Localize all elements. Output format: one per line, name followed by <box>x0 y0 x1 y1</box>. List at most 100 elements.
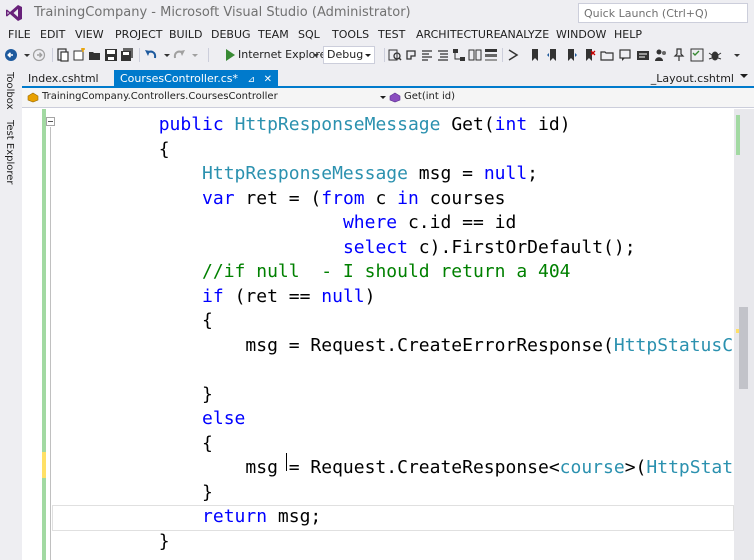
layer-diagram-icon[interactable] <box>484 48 498 62</box>
bookmark-folder-icon[interactable] <box>600 48 614 62</box>
code-token: (ret == <box>223 285 322 307</box>
code-line[interactable]: where c.id == id <box>72 211 516 236</box>
uncomment-icon[interactable] <box>636 48 650 62</box>
tab-layout-cshtml[interactable]: _Layout.cshtml <box>651 72 734 85</box>
menu-project[interactable]: PROJECT <box>115 28 163 41</box>
code-line[interactable]: msg = Request.CreateResponse<course>(Htt… <box>72 456 734 481</box>
browser-dropdown-icon[interactable] <box>309 48 323 62</box>
start-debugging-icon[interactable] <box>224 48 236 62</box>
menu-test[interactable]: TEST <box>378 28 405 41</box>
undo-icon[interactable] <box>144 48 158 62</box>
class-diagram-icon[interactable] <box>468 48 482 62</box>
architecture-diagram-icon[interactable] <box>452 48 466 62</box>
test-explorer-tab[interactable]: Test Explorer <box>4 120 15 185</box>
code-line[interactable]: } <box>72 530 170 555</box>
save-all-icon[interactable] <box>120 48 134 62</box>
code-line[interactable]: { <box>72 309 213 334</box>
code-token: msg = Request.CreateErrorResponse( <box>72 334 614 356</box>
indicator-margin <box>22 109 44 560</box>
menu-file[interactable]: FILE <box>8 28 31 41</box>
comment-icon[interactable] <box>618 48 632 62</box>
code-line[interactable]: HttpResponseMessage msg = null; <box>72 162 538 187</box>
code-line[interactable]: { <box>72 432 213 457</box>
redo-icon[interactable] <box>172 48 186 62</box>
code-line[interactable]: msg = Request.CreateErrorResponse(HttpSt… <box>72 334 734 359</box>
code-token: null <box>483 163 528 184</box>
solution-explorer-icon[interactable] <box>56 48 70 62</box>
scrollbar-change-marker <box>736 115 740 155</box>
member-label: Get(int id) <box>404 91 455 102</box>
code-token: } <box>72 530 170 552</box>
menu-window[interactable]: WINDOW <box>556 28 606 41</box>
code-line[interactable]: public HttpResponseMessage Get(int id) <box>72 113 571 138</box>
code-line[interactable]: return msg; <box>72 505 321 530</box>
new-project-icon[interactable] <box>72 48 86 62</box>
menu-tools[interactable]: TOOLS <box>332 28 369 41</box>
menu-build[interactable]: BUILD <box>169 28 202 41</box>
menu-analyze[interactable]: ANALYZE <box>500 28 549 41</box>
team-explorer-icon[interactable] <box>654 48 668 62</box>
go-to-definition-icon[interactable] <box>506 48 520 62</box>
toolbar-overflow-icon[interactable] <box>730 48 744 62</box>
code-line[interactable]: var ret = (from c in courses <box>72 187 505 212</box>
forward-icon[interactable] <box>32 48 46 62</box>
scrollbar-thumb[interactable] <box>739 307 748 389</box>
code-line[interactable]: } <box>72 481 213 506</box>
code-line[interactable]: { <box>72 138 170 163</box>
code-editor[interactable]: public HttpResponseMessage Get(int id) {… <box>22 109 734 560</box>
code-token: } <box>72 481 213 503</box>
find-in-files-icon[interactable] <box>388 48 402 62</box>
tab-label: CoursesController.cs* <box>120 72 239 85</box>
code-token: int <box>494 114 528 135</box>
menu-debug[interactable]: DEBUG <box>211 28 251 41</box>
bug-icon[interactable] <box>708 48 722 62</box>
task-list-icon[interactable] <box>690 48 704 62</box>
pin-icon[interactable] <box>672 48 686 62</box>
code-token: where <box>342 212 398 233</box>
menu-team[interactable]: TEAM <box>258 28 289 41</box>
open-file-icon[interactable] <box>88 48 102 62</box>
navigation-bar: TrainingCompany.Controllers.CoursesContr… <box>22 88 754 108</box>
menu-sql[interactable]: SQL <box>298 28 320 41</box>
toggle-comment-icon[interactable] <box>420 48 434 62</box>
visual-studio-logo-icon <box>6 5 22 21</box>
code-token: //if null - I should return a 404 <box>202 261 571 282</box>
back-icon[interactable] <box>4 48 18 62</box>
menu-architecture[interactable]: ARCHITECTURE <box>416 28 501 41</box>
menu-help[interactable]: HELP <box>614 28 642 41</box>
menu-view[interactable]: VIEW <box>75 28 104 41</box>
class-navigation-select[interactable]: TrainingCompany.Controllers.CoursesContr… <box>24 89 382 106</box>
code-line[interactable]: select c).FirstOrDefault(); <box>72 236 636 261</box>
next-bookmark-icon[interactable] <box>564 48 578 62</box>
solution-configuration-select[interactable]: Debug <box>323 46 375 64</box>
chevron-down-icon[interactable] <box>740 74 748 78</box>
code-line[interactable]: } <box>72 383 213 408</box>
pin-icon[interactable]: ⊿ <box>248 75 256 85</box>
menu-edit[interactable]: EDIT <box>40 28 65 41</box>
browser-link-icon[interactable] <box>404 48 418 62</box>
quick-launch-input[interactable]: Quick Launch (Ctrl+Q) <box>578 3 748 23</box>
vertical-scrollbar[interactable] <box>734 109 754 560</box>
save-icon[interactable] <box>104 48 118 62</box>
code-token: else <box>202 408 246 429</box>
format-document-icon[interactable] <box>436 48 450 62</box>
redo-dropdown-icon[interactable] <box>188 48 202 62</box>
code-token: c.id == id <box>397 212 517 233</box>
code-line[interactable]: else <box>72 407 245 432</box>
code-line[interactable]: //if null - I should return a 404 <box>72 260 571 285</box>
member-navigation-select[interactable]: Get(int id) <box>386 89 752 106</box>
bookmark-icon[interactable] <box>528 48 542 62</box>
configuration-value: Debug <box>327 48 364 61</box>
previous-bookmark-icon[interactable] <box>546 48 560 62</box>
clear-bookmarks-icon[interactable] <box>582 48 596 62</box>
code-line[interactable]: if (ret == null) <box>72 285 375 310</box>
code-token: null <box>321 285 365 307</box>
toolbox-tab[interactable]: Toolbox <box>4 72 15 110</box>
collapse-toggle-icon[interactable] <box>46 117 55 126</box>
close-icon[interactable]: ✕ <box>264 74 272 85</box>
